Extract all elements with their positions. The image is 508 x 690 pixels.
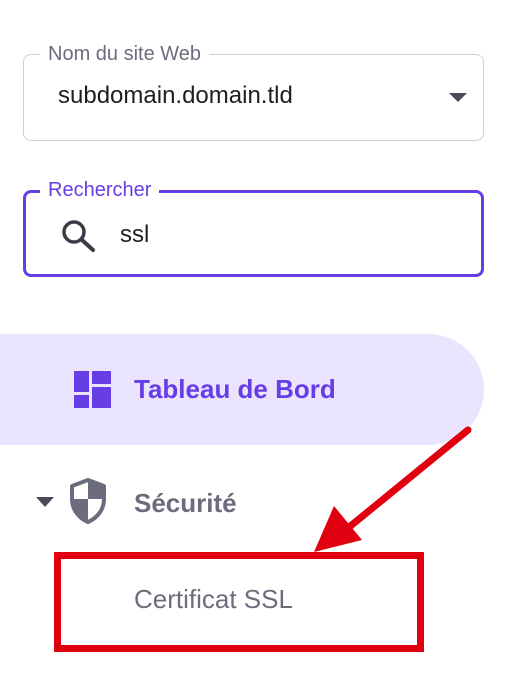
website-select-label: Nom du site Web (40, 41, 210, 67)
website-select-value: subdomain.domain.tld (58, 82, 293, 109)
dashboard-icon (74, 371, 111, 408)
sidebar-item-security[interactable]: Sécurité (0, 456, 484, 546)
sidebar-subitem-ssl-certificate[interactable]: Certificat SSL (54, 552, 424, 652)
sidebar-item-label: Sécurité (134, 488, 237, 518)
website-select[interactable]: Nom du site Web subdomain.domain.tld (23, 41, 484, 141)
sidebar-panel: Nom du site Web subdomain.domain.tld Rec… (0, 0, 508, 690)
search-label: Rechercher (40, 177, 160, 203)
search-input[interactable] (120, 217, 440, 253)
sidebar-item-label: Tableau de Bord (134, 374, 336, 404)
shield-icon (70, 478, 106, 524)
search-icon (62, 220, 95, 252)
sidebar-subitem-label: Certificat SSL (134, 584, 293, 614)
sidebar-item-dashboard[interactable]: Tableau de Bord (0, 334, 484, 445)
search-field[interactable]: Rechercher (23, 177, 484, 277)
chevron-down-icon[interactable] (449, 93, 467, 102)
chevron-down-icon[interactable] (36, 497, 54, 507)
